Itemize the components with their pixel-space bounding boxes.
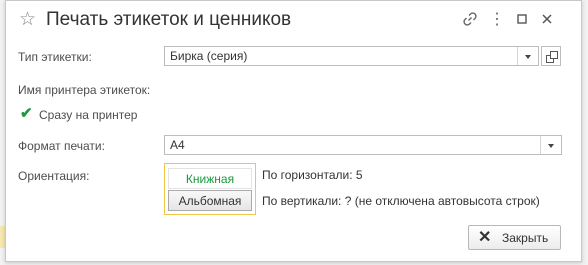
vertical-count: По вертикали: ? (не отключена автовысота… <box>262 194 540 208</box>
label-type-label: Тип этикетки: <box>18 50 92 64</box>
link-icon[interactable] <box>461 11 479 29</box>
print-format-field[interactable]: А4 <box>164 135 562 155</box>
more-icon[interactable]: ⋮ <box>488 11 506 29</box>
orientation-landscape-button[interactable]: Альбомная <box>168 190 252 211</box>
orientation-selector: Книжная Альбомная <box>164 163 256 215</box>
chevron-down-icon[interactable] <box>517 47 538 65</box>
open-icon[interactable] <box>541 46 561 66</box>
title-bar: ☆ Печать этикеток и ценников ⋮ <box>6 1 581 39</box>
close-icon[interactable] <box>538 11 556 29</box>
orientation-portrait-button[interactable]: Книжная <box>168 168 252 189</box>
maximize-icon[interactable] <box>513 11 531 29</box>
label-type-field[interactable]: Бирка (серия) <box>164 46 539 66</box>
label-type-value: Бирка (серия) <box>170 49 248 63</box>
close-button[interactable]: ✕ Закрыть <box>468 225 561 250</box>
checkmark-icon[interactable]: ✔ <box>20 106 34 121</box>
dialog-window: ☆ Печать этикеток и ценников ⋮ Тип этике… <box>5 0 582 262</box>
close-x-icon: ✕ <box>478 229 492 246</box>
print-format-label: Формат печати: <box>18 139 105 153</box>
close-button-label: Закрыть <box>502 231 549 245</box>
chevron-down-icon[interactable] <box>540 136 561 154</box>
orientation-label: Ориентация: <box>18 169 90 183</box>
horizontal-count: По горизонтали: 5 <box>262 168 363 182</box>
print-format-value: А4 <box>170 138 185 152</box>
printer-name-label: Имя принтера этикеток: <box>18 83 151 97</box>
star-icon[interactable]: ☆ <box>19 10 36 30</box>
direct-print-label[interactable]: Сразу на принтер <box>39 107 137 123</box>
window-title: Печать этикеток и ценников <box>46 9 292 30</box>
